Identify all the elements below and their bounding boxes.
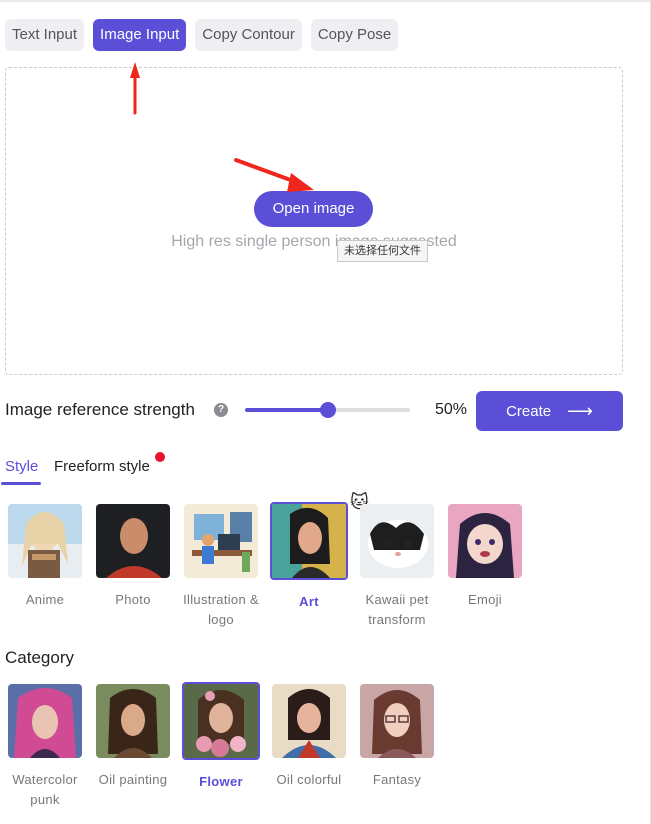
tab-image-input[interactable]: Image Input	[93, 19, 187, 51]
flower-thumbnail	[182, 682, 260, 760]
strength-slider-fill	[245, 408, 328, 412]
tab-copy-contour[interactable]: Copy Contour	[195, 19, 302, 51]
create-button-label: Create	[506, 402, 552, 420]
mode-tabs: Text Input Image Input Copy Contour Copy…	[5, 19, 399, 51]
help-icon[interactable]: ?	[214, 403, 228, 417]
fantasy-thumbnail	[360, 684, 434, 758]
style-card-art[interactable]: Art	[269, 502, 349, 612]
watercolor-punk-thumbnail	[8, 684, 82, 758]
style-label: Photo	[115, 592, 151, 607]
tab-freeform-style[interactable]: Freeform style	[54, 458, 150, 475]
tab-copy-pose[interactable]: Copy Pose	[310, 19, 399, 51]
style-card-illustration-logo[interactable]: Illustration & logo	[183, 504, 259, 630]
anime-thumbnail	[8, 504, 82, 578]
category-label: Watercolor punk	[12, 772, 78, 807]
category-card-watercolor-punk[interactable]: Watercolor punk	[7, 684, 83, 810]
illustration-thumbnail	[184, 504, 258, 578]
tab-style[interactable]: Style	[5, 458, 38, 475]
upload-hint: High res single person image suggested	[171, 233, 457, 250]
category-label: Oil colorful	[276, 772, 342, 787]
emoji-thumbnail	[448, 504, 522, 578]
create-button[interactable]: Create ⟶	[476, 391, 623, 431]
category-card-flower[interactable]: Flower	[181, 682, 261, 792]
photo-thumbnail	[96, 504, 170, 578]
category-card-oil-painting[interactable]: Oil painting	[95, 684, 171, 790]
arrow-right-icon: ⟶	[567, 401, 593, 421]
style-card-emoji[interactable]: Emoji	[447, 504, 523, 610]
open-image-button[interactable]: Open image	[254, 191, 373, 227]
oil-colorful-thumbnail	[272, 684, 346, 758]
style-card-photo[interactable]: Photo	[95, 504, 171, 610]
category-label: Oil painting	[98, 772, 168, 787]
style-label: Art	[299, 594, 319, 609]
file-input-tooltip: 未选择任何文件	[337, 240, 428, 262]
category-card-fantasy[interactable]: Fantasy	[359, 684, 435, 790]
category-title: Category	[5, 648, 74, 667]
oil-painting-thumbnail	[96, 684, 170, 758]
new-badge-dot	[155, 452, 165, 462]
art-thumbnail	[270, 502, 348, 580]
strength-slider-handle[interactable]	[319, 402, 336, 418]
style-label: Illustration & logo	[183, 592, 259, 627]
style-label: Kawaii pet transform	[365, 592, 429, 627]
top-divider	[0, 0, 651, 2]
style-card-anime[interactable]: Anime	[7, 504, 83, 610]
category-card-oil-colorful[interactable]: Oil colorful	[271, 684, 347, 790]
category-label: Fantasy	[372, 772, 422, 787]
style-tab-underline	[1, 482, 41, 485]
reference-strength-label: Image reference strength	[5, 400, 195, 419]
style-card-kawaii-pet-transform[interactable]: Kawaii pet transform	[359, 504, 435, 630]
style-label: Emoji	[467, 592, 502, 607]
strength-value: 50%	[435, 401, 468, 418]
style-label: Anime	[25, 592, 65, 607]
category-label: Flower	[199, 774, 243, 789]
tab-text-input[interactable]: Text Input	[5, 19, 85, 51]
kawaii-pet-thumbnail	[360, 504, 434, 578]
